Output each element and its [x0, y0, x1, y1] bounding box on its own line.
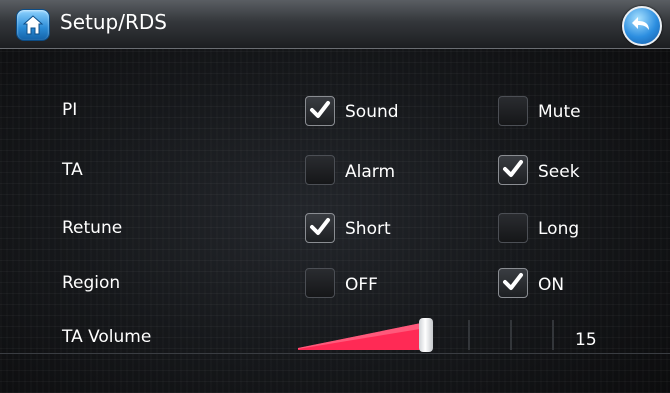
slider-tick	[468, 320, 470, 350]
home-button[interactable]	[16, 9, 50, 41]
checkmark-icon	[310, 101, 330, 118]
page-title: Setup/RDS	[60, 10, 167, 34]
checkmark-icon	[310, 218, 330, 235]
ta-alarm-checkbox[interactable]	[305, 155, 335, 185]
back-arrow-icon	[632, 17, 649, 30]
divider	[0, 353, 670, 354]
region-off-checkbox[interactable]	[305, 268, 335, 298]
ta-seek-checkbox[interactable]	[498, 155, 528, 185]
title-bar: Setup/RDS	[0, 0, 670, 49]
volume-fill	[298, 322, 426, 350]
ta-seek-label: Seek	[538, 162, 580, 182]
rds-setup-screen: Setup/RDS PI Sound Mute TA Alarm Seek Re…	[0, 0, 670, 393]
slider-tick	[510, 320, 512, 350]
region-label: Region	[62, 273, 121, 293]
retune-label: Retune	[62, 218, 123, 238]
retune-short-label: Short	[345, 219, 391, 239]
region-off-label: OFF	[345, 275, 378, 295]
home-icon	[22, 15, 44, 35]
ta-volume-label: TA Volume	[62, 327, 152, 347]
region-on-label: ON	[538, 275, 565, 295]
retune-short-checkbox[interactable]	[305, 213, 335, 243]
retune-long-checkbox[interactable]	[498, 213, 528, 243]
slider-tick	[552, 320, 554, 350]
pi-label: PI	[62, 100, 78, 120]
ta-volume-value: 15	[575, 330, 597, 350]
pi-sound-checkbox[interactable]	[305, 96, 335, 126]
checkmark-icon	[503, 160, 523, 177]
ta-label: TA	[62, 160, 83, 180]
pi-mute-label: Mute	[538, 102, 581, 122]
ta-alarm-label: Alarm	[345, 162, 396, 182]
region-on-checkbox[interactable]	[498, 268, 528, 298]
pi-mute-checkbox[interactable]	[498, 96, 528, 126]
retune-long-label: Long	[538, 219, 580, 239]
volume-slider-thumb[interactable]	[419, 318, 433, 352]
checkmark-icon	[503, 273, 523, 290]
ta-volume-slider[interactable]	[298, 318, 554, 352]
pi-sound-label: Sound	[345, 102, 399, 122]
back-button[interactable]	[622, 6, 662, 46]
